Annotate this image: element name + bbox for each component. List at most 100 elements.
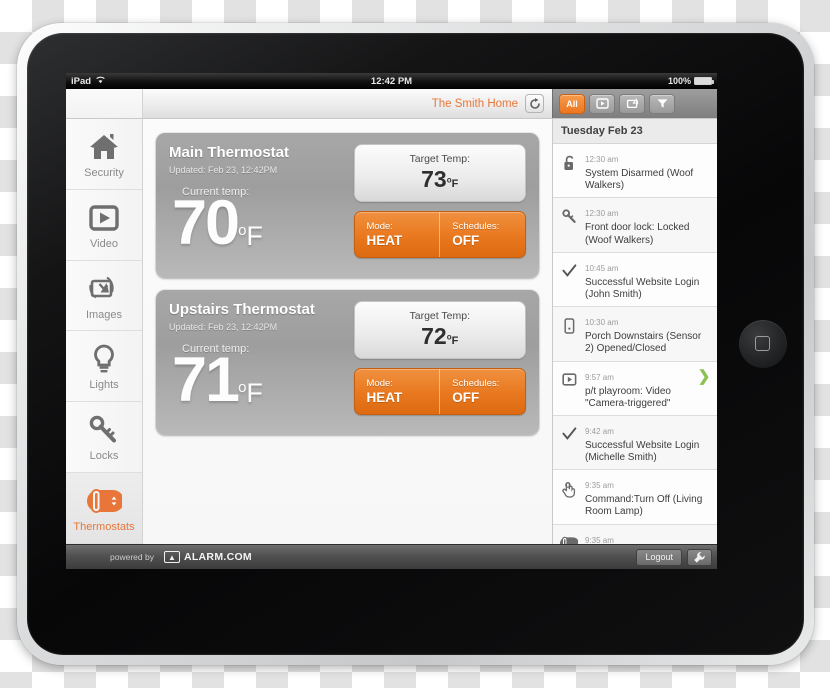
alarm-logo: ▲ ALARM.COM xyxy=(163,551,252,563)
hand-pointer-icon xyxy=(558,475,580,498)
battery-percent-label: 100% xyxy=(667,76,691,86)
thermostat-card-upstairs[interactable]: Upstairs Thermostat Updated: Feb 23, 12:… xyxy=(156,290,539,435)
thermostat-updated: Updated: Feb 23, 12:42PM xyxy=(169,165,278,175)
list-item[interactable]: 10:30 am Porch Downstairs (Sensor 2) Ope… xyxy=(553,307,717,362)
header-sidebar-spacer xyxy=(66,89,143,118)
feed-item-body: 9:42 am Successful Website Login (Michel… xyxy=(585,421,711,464)
status-bar-time: 12:42 PM xyxy=(370,75,413,87)
feed-item-text: Front door lock: Locked (Woof Walkers) xyxy=(585,222,690,246)
feed-item-body: 9:57 am p/t playroom: Video "Camera-trig… xyxy=(585,367,692,410)
feed-filter-bar: All xyxy=(552,89,717,118)
wrench-icon[interactable] xyxy=(687,548,712,566)
list-item[interactable]: 9:57 am p/t playroom: Video "Camera-trig… xyxy=(553,361,717,416)
mode-label: Mode: xyxy=(366,221,393,232)
filter-all-button[interactable]: All xyxy=(559,93,585,114)
sidebar-item-lights[interactable]: Lights xyxy=(66,331,142,403)
header-main-area: The Smith Home xyxy=(143,89,552,118)
target-temp-unit: oF xyxy=(446,175,459,190)
schedules-label: Schedules: xyxy=(452,221,500,232)
feed-item-text: Successful Website Login (John Smith) xyxy=(585,276,700,300)
feed-item-body: 12:30 am System Disarmed (Woof Walkers) xyxy=(585,149,711,192)
thermostat-card-right: Target Temp: 73oF Mode: HEAT Schedules: … xyxy=(348,144,526,268)
video-play-icon xyxy=(88,200,120,236)
thermostat-card-main[interactable]: Main Thermostat Updated: Feb 23, 12:42PM… xyxy=(156,133,539,278)
list-item[interactable]: 12:30 am Front door lock: Locked (Woof W… xyxy=(553,198,717,253)
schedules-value: OFF xyxy=(452,390,480,405)
chevron-right-icon[interactable]: ❯ xyxy=(697,367,711,385)
checkmark-icon xyxy=(558,421,580,441)
target-temp-label: Target Temp: xyxy=(409,310,470,322)
schedules-button[interactable]: Schedules: OFF xyxy=(439,212,525,257)
main-content: Main Thermostat Updated: Feb 23, 12:42PM… xyxy=(143,119,552,544)
activity-feed[interactable]: Tuesday Feb 23 12:30 am System Disarmed … xyxy=(552,119,717,544)
target-temp-value: 72oF xyxy=(421,323,458,350)
target-temp-number: 73 xyxy=(421,166,447,192)
feed-item-text: Command:Turn Off (Living Room Lamp) xyxy=(585,494,703,518)
mode-button[interactable]: Mode: HEAT xyxy=(355,369,440,414)
funnel-filter-icon[interactable] xyxy=(649,93,675,114)
image-filter-icon[interactable] xyxy=(619,93,645,114)
mode-schedule-box[interactable]: Mode: HEAT Schedules: OFF xyxy=(353,368,526,415)
current-temp-unit: oF xyxy=(238,221,263,252)
video-filter-icon[interactable] xyxy=(589,93,615,114)
sidebar-nav: Security Video Images Lights Locks Therm… xyxy=(66,119,143,544)
feed-item-time: 9:42 am xyxy=(585,426,614,436)
key-icon xyxy=(89,412,119,448)
target-temp-box[interactable]: Target Temp: 73oF xyxy=(353,144,526,202)
thermostat-card-right: Target Temp: 72oF Mode: HEAT Schedules: … xyxy=(348,301,526,425)
target-temp-box[interactable]: Target Temp: 72oF xyxy=(353,301,526,359)
thermostat-icon xyxy=(558,530,580,544)
ipad-bezel: iPad 12:42 PM 100% The Smith Home All Se… xyxy=(27,33,804,655)
list-item[interactable]: 12:30 am System Disarmed (Woof Walkers) xyxy=(553,144,717,199)
battery-icon xyxy=(694,77,714,85)
mode-schedule-box[interactable]: Mode: HEAT Schedules: OFF xyxy=(353,211,526,258)
device-label: iPad xyxy=(71,75,92,87)
list-item[interactable]: 9:35 am Thermostat Target Temp Changed t… xyxy=(553,524,717,544)
sidebar-item-label: Thermostats xyxy=(73,521,135,534)
feed-item-time: 10:45 am xyxy=(585,263,619,273)
target-temp-value: 73oF xyxy=(421,166,458,193)
status-bar-right: 100% xyxy=(667,76,714,86)
feed-item-text: Porch Downstairs (Sensor 2) Opened/Close… xyxy=(585,331,702,355)
sidebar-item-thermostats[interactable]: Thermostats xyxy=(66,473,142,544)
app-header: The Smith Home All xyxy=(66,89,717,119)
list-item[interactable]: 9:35 am Command:Turn Off (Living Room La… xyxy=(553,470,717,525)
feed-item-text: p/t playroom: Video "Camera-triggered" xyxy=(585,385,671,409)
wifi-icon xyxy=(95,75,106,87)
current-temp-value: 71 oF xyxy=(172,345,348,415)
thermostat-card-left: Main Thermostat Updated: Feb 23, 12:42PM… xyxy=(169,144,348,268)
sidebar-item-images[interactable]: Images xyxy=(66,261,142,332)
thermostat-updated: Updated: Feb 23, 12:42PM xyxy=(169,322,278,332)
refresh-icon[interactable] xyxy=(525,94,544,113)
schedules-button[interactable]: Schedules: OFF xyxy=(439,369,525,414)
sidebar-item-label: Security xyxy=(84,166,124,179)
ipad-device-frame: iPad 12:42 PM 100% The Smith Home All Se… xyxy=(17,23,814,665)
video-play-icon xyxy=(558,367,580,386)
images-icon xyxy=(88,271,120,307)
feed-item-time: 12:30 am xyxy=(585,155,619,164)
sensor-icon xyxy=(558,312,580,334)
sidebar-item-label: Locks xyxy=(89,450,119,463)
feed-item-body: 10:45 am Successful Website Login (John … xyxy=(585,258,711,301)
sidebar-item-video[interactable]: Video xyxy=(66,190,142,261)
logout-button[interactable]: Logout xyxy=(636,548,682,566)
mode-label: Mode: xyxy=(366,378,393,389)
sidebar-item-security[interactable]: Security xyxy=(66,119,142,190)
mode-button[interactable]: Mode: HEAT xyxy=(355,212,440,257)
feed-item-body: 12:30 am Front door lock: Locked (Woof W… xyxy=(585,203,711,246)
list-item[interactable]: 9:42 am Successful Website Login (Michel… xyxy=(553,415,717,471)
schedules-value: OFF xyxy=(452,233,480,248)
ipad-home-button[interactable] xyxy=(739,320,787,368)
current-temp-number: 71 xyxy=(172,345,240,415)
feed-item-body: 9:35 am Thermostat Target Temp Changed t… xyxy=(585,530,711,544)
status-bar-left: iPad xyxy=(71,75,106,87)
target-temp-label: Target Temp: xyxy=(409,153,470,165)
sidebar-item-label: Video xyxy=(90,237,118,250)
current-temp-number: 70 xyxy=(172,188,240,258)
unlocked-padlock-icon xyxy=(558,149,580,171)
list-item[interactable]: 10:45 am Successful Website Login (John … xyxy=(553,252,717,308)
feed-list[interactable]: 12:30 am System Disarmed (Woof Walkers) xyxy=(553,144,717,544)
ipad-screen: iPad 12:42 PM 100% The Smith Home All Se… xyxy=(66,73,717,569)
sidebar-item-locks[interactable]: Locks xyxy=(66,402,142,474)
footer-actions: Logout xyxy=(636,548,712,566)
